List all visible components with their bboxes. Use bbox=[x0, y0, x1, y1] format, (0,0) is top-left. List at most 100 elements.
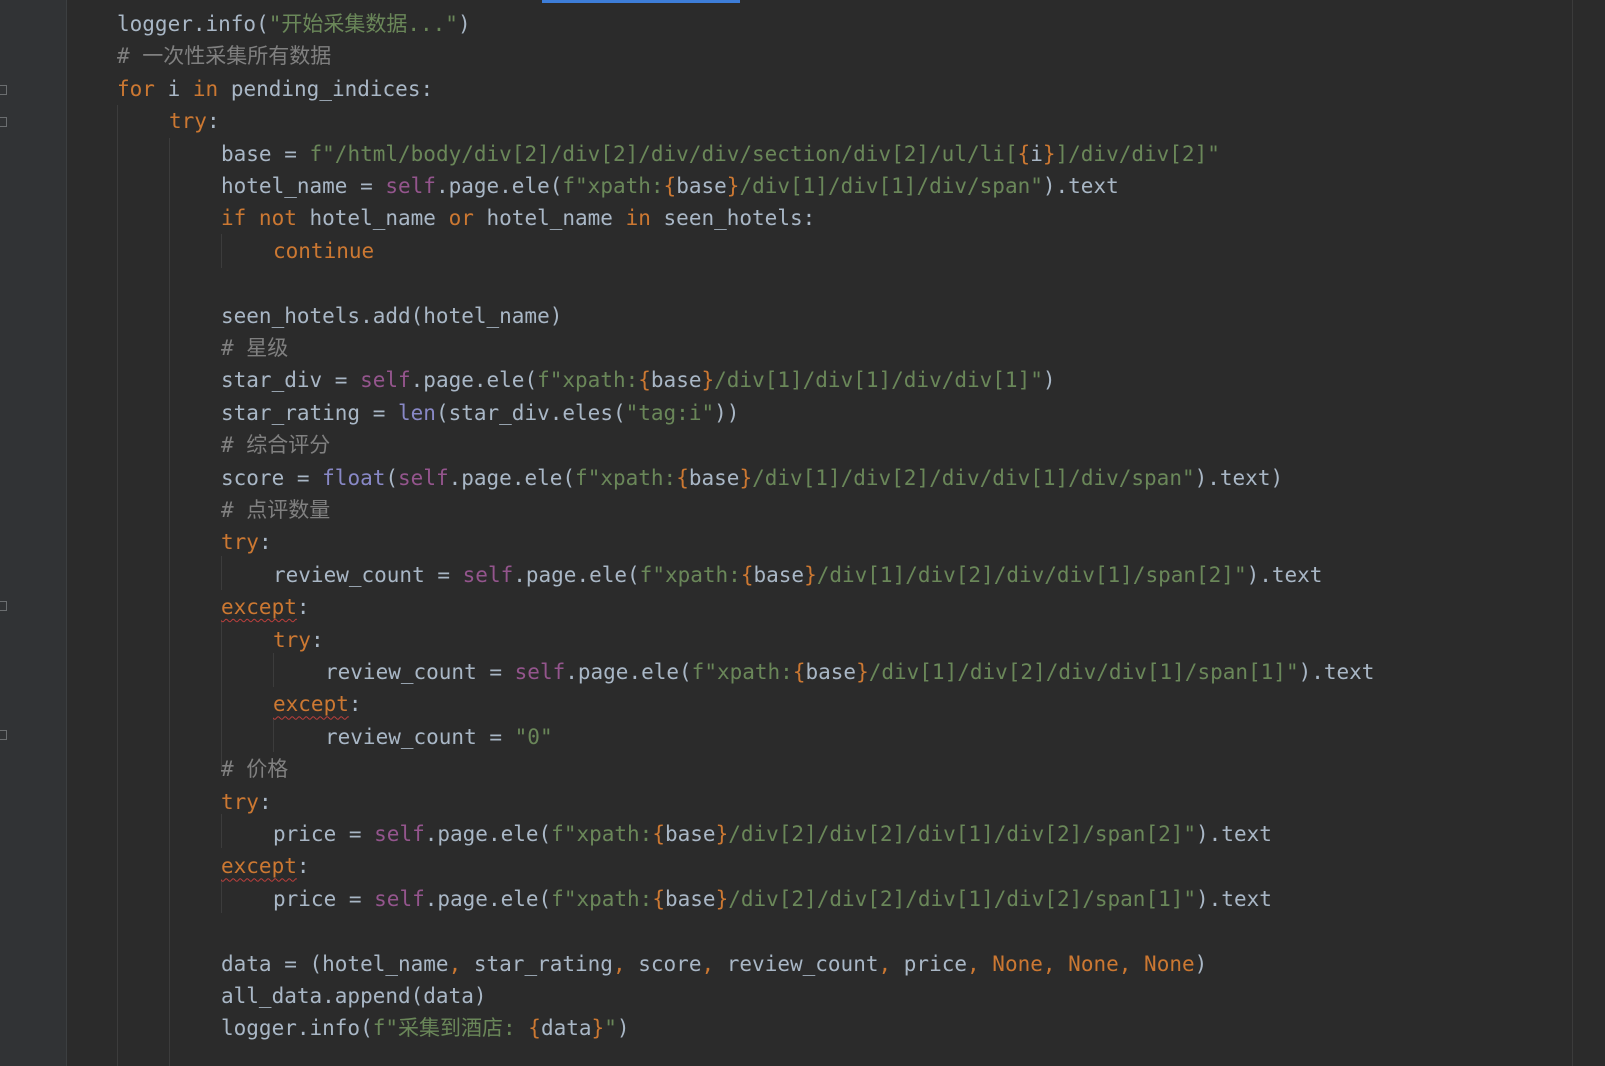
code-token: } bbox=[591, 1016, 605, 1041]
code-token: review_count = bbox=[325, 724, 515, 749]
code-line[interactable]: try: bbox=[273, 624, 324, 657]
code-token: price = bbox=[273, 822, 375, 846]
code-token: , bbox=[1042, 951, 1069, 976]
line-gutter[interactable] bbox=[0, 0, 67, 1066]
code-token: { bbox=[652, 822, 665, 846]
code-token: /div[1]/div[2]/div/div[1]/div/span" bbox=[752, 465, 1195, 490]
code-token: logger.info( bbox=[221, 1016, 373, 1041]
code-token: base bbox=[688, 465, 740, 490]
code-line[interactable]: # 一次性采集所有数据 bbox=[117, 40, 331, 73]
code-token: /div[1]/div[1]/div/div[1]" bbox=[714, 368, 1043, 393]
code-line[interactable]: seen_hotels.add(hotel_name) bbox=[221, 300, 562, 333]
code-token: , bbox=[1118, 951, 1145, 976]
code-line[interactable]: base = f"/html/body/div[2]/div[2]/div/di… bbox=[221, 138, 1220, 171]
code-token: self bbox=[374, 886, 425, 911]
code-token: star_rating bbox=[473, 951, 613, 976]
code-token: f"xpath: bbox=[575, 465, 677, 490]
code-line[interactable]: except: bbox=[221, 850, 310, 883]
code-token: seen_hotels: bbox=[650, 206, 816, 231]
code-token: self bbox=[385, 174, 436, 198]
code-token: ).text bbox=[1298, 660, 1375, 684]
code-token: base bbox=[753, 562, 805, 587]
code-token: self bbox=[360, 368, 411, 393]
code-token: ) bbox=[616, 1016, 630, 1041]
code-token: review_count = bbox=[325, 660, 515, 684]
code-line[interactable]: try: bbox=[169, 105, 220, 138]
code-token: self bbox=[514, 660, 566, 684]
code-token: f"/html/body/div[2]/div[2]/div/div/secti… bbox=[309, 141, 1018, 166]
code-line[interactable]: except: bbox=[221, 591, 310, 624]
code-line[interactable]: # 星级 bbox=[221, 332, 288, 365]
code-editor[interactable]: logger.info("开始采集数据...") # 一次性采集所有数据 for i… bbox=[0, 0, 1605, 1066]
code-token: { bbox=[676, 465, 689, 490]
code-line[interactable]: # 价格 bbox=[221, 753, 288, 786]
code-token: base bbox=[664, 822, 716, 846]
code-token: None bbox=[1068, 951, 1119, 976]
code-token: data bbox=[540, 1016, 592, 1041]
code-token: star_rating = bbox=[221, 400, 399, 425]
code-line[interactable]: try: bbox=[221, 786, 272, 819]
code-line[interactable]: score = float(self.page.ele(f"xpath:{bas… bbox=[221, 462, 1283, 495]
code-token: score bbox=[638, 951, 702, 976]
code-line[interactable]: # 综合评分 bbox=[221, 429, 330, 462]
code-line[interactable]: star_rating = len(star_div.eles("tag:i")… bbox=[221, 397, 739, 430]
code-line[interactable]: for i in pending_indices: bbox=[117, 73, 433, 106]
code-token: { bbox=[1017, 141, 1031, 166]
code-token: for bbox=[117, 76, 155, 101]
code-token: None bbox=[992, 951, 1043, 976]
code-token: : bbox=[206, 109, 220, 134]
code-line[interactable]: logger.info(f"采集到酒店: {data}") bbox=[221, 1012, 630, 1045]
code-token: /div[1]/div[2]/div/div[1]/span[2]" bbox=[816, 562, 1247, 587]
code-token: { bbox=[740, 562, 754, 587]
code-line[interactable]: price = self.page.ele(f"xpath:{base}/div… bbox=[273, 883, 1272, 916]
code-token: "0" bbox=[514, 724, 553, 749]
fold-marker-icon[interactable] bbox=[0, 601, 7, 611]
code-token: : bbox=[348, 692, 362, 717]
code-token: base = bbox=[221, 141, 310, 166]
code-line[interactable]: logger.info("开始采集数据...") bbox=[117, 8, 471, 41]
code-line[interactable]: review_count = "0" bbox=[325, 721, 553, 754]
code-token: base bbox=[664, 886, 716, 911]
code-token: } bbox=[715, 822, 729, 846]
code-token: .page.ele( bbox=[424, 886, 552, 911]
code-token: if not bbox=[221, 206, 297, 231]
code-token: , bbox=[448, 951, 474, 976]
horizontal-scroll-thumb[interactable] bbox=[542, 0, 740, 3]
code-line[interactable]: review_count = self.page.ele(f"xpath:{ba… bbox=[325, 656, 1374, 689]
code-token: # 一次性采集所有数据 bbox=[117, 44, 332, 69]
code-token: : bbox=[258, 789, 272, 814]
fold-marker-icon[interactable] bbox=[0, 85, 7, 95]
code-token: ).text bbox=[1196, 822, 1272, 846]
code-line[interactable]: if not hotel_name or hotel_name in seen_… bbox=[221, 202, 815, 235]
fold-marker-icon[interactable] bbox=[0, 730, 7, 740]
indent-guide bbox=[117, 105, 118, 1066]
code-line[interactable]: price = self.page.ele(f"xpath:{base}/div… bbox=[273, 818, 1272, 851]
code-line[interactable]: review_count = self.page.ele(f"xpath:{ba… bbox=[273, 559, 1322, 592]
code-token: .page.ele( bbox=[424, 822, 552, 846]
code-line[interactable]: try: bbox=[221, 526, 272, 559]
code-line[interactable]: hotel_name = self.page.ele(f"xpath:{base… bbox=[221, 170, 1119, 203]
code-token: try bbox=[221, 530, 259, 555]
code-line[interactable]: # 点评数量 bbox=[221, 494, 330, 527]
code-token: } bbox=[804, 562, 817, 587]
code-token: ( bbox=[385, 465, 399, 490]
code-line[interactable]: star_div = self.page.ele(f"xpath:{base}/… bbox=[221, 364, 1056, 397]
code-token: ).text bbox=[1196, 886, 1272, 911]
code-token: except bbox=[221, 854, 297, 879]
code-line[interactable]: continue bbox=[273, 235, 374, 268]
code-line[interactable]: except: bbox=[273, 688, 362, 721]
indent-guide bbox=[221, 556, 222, 590]
code-token: , bbox=[967, 951, 993, 976]
code-token: " bbox=[604, 1016, 617, 1041]
code-line[interactable]: all_data.append(data) bbox=[221, 980, 487, 1013]
code-token: "开始采集数据..." bbox=[268, 12, 458, 36]
code-token: /div[1]/div[2]/div/div[1]/span[1]" bbox=[868, 660, 1299, 684]
code-line[interactable]: data = (hotel_name, star_rating, score, … bbox=[221, 948, 1207, 981]
indent-guide bbox=[169, 138, 170, 1066]
code-token: score = bbox=[221, 465, 323, 490]
fold-marker-icon[interactable] bbox=[0, 117, 7, 127]
code-token: .page.ele( bbox=[448, 465, 576, 490]
code-token: # 星级 bbox=[221, 336, 289, 360]
code-token: ) bbox=[457, 12, 471, 36]
code-token: "tag:i" bbox=[625, 400, 715, 425]
